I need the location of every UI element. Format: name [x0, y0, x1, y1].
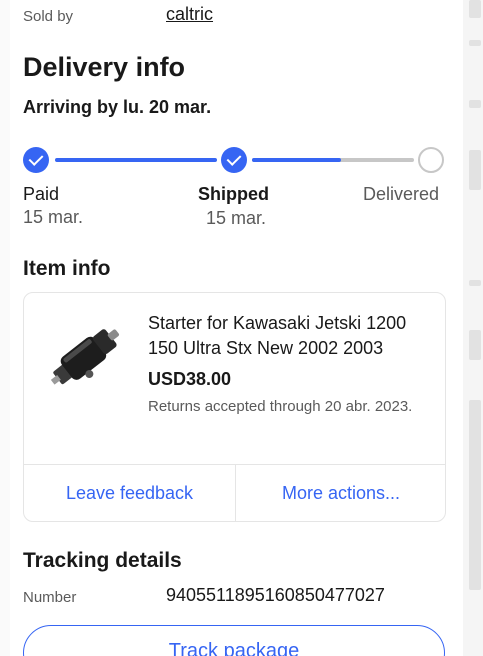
- item-info-heading: Item info: [23, 257, 111, 280]
- track-package-button[interactable]: Track package: [23, 625, 445, 656]
- sold-by-row: Sold by caltric: [0, 0, 463, 30]
- previous-page-edge: [0, 0, 10, 656]
- stage-paid-date: 15 mar.: [23, 207, 84, 227]
- paid-check-icon: [23, 147, 49, 173]
- arrival-estimate: Arriving by lu. 20 mar.: [23, 97, 212, 117]
- track-package-label: Track package: [168, 640, 300, 656]
- stage-delivered-label: Delivered: [363, 184, 440, 204]
- seller-link[interactable]: caltric: [166, 4, 213, 25]
- stage-shipped-date: 15 mar.: [206, 208, 267, 228]
- progress-track-1: [55, 158, 217, 162]
- leave-feedback-button[interactable]: Leave feedback: [24, 465, 235, 522]
- more-actions-button[interactable]: More actions...: [236, 465, 446, 522]
- item-card: Starter for Kawasaki Jetski 1200 150 Ult…: [23, 292, 446, 522]
- tracking-number-label: Number: [23, 589, 77, 606]
- delivered-pending-icon: [418, 147, 444, 173]
- shipment-progress: [23, 146, 445, 174]
- delivery-info-heading: Delivery info: [23, 52, 186, 82]
- stage-paid-label: Paid: [23, 184, 60, 204]
- stage-shipped-label: Shipped: [198, 184, 269, 204]
- starter-motor-image[interactable]: [42, 311, 134, 401]
- returns-policy: Returns accepted through 20 abr. 2023.: [148, 398, 413, 415]
- shipped-check-icon: [221, 147, 247, 173]
- tracking-number: 9405511895160850477027: [166, 585, 385, 605]
- item-title[interactable]: Starter for Kawasaki Jetski 1200 150 Ult…: [148, 311, 433, 361]
- next-page-edge: [463, 0, 483, 656]
- sold-by-label: Sold by: [23, 8, 74, 25]
- tracking-details-heading: Tracking details: [23, 549, 182, 572]
- item-price: USD38.00: [148, 369, 232, 389]
- progress-track-2-fill: [252, 158, 341, 162]
